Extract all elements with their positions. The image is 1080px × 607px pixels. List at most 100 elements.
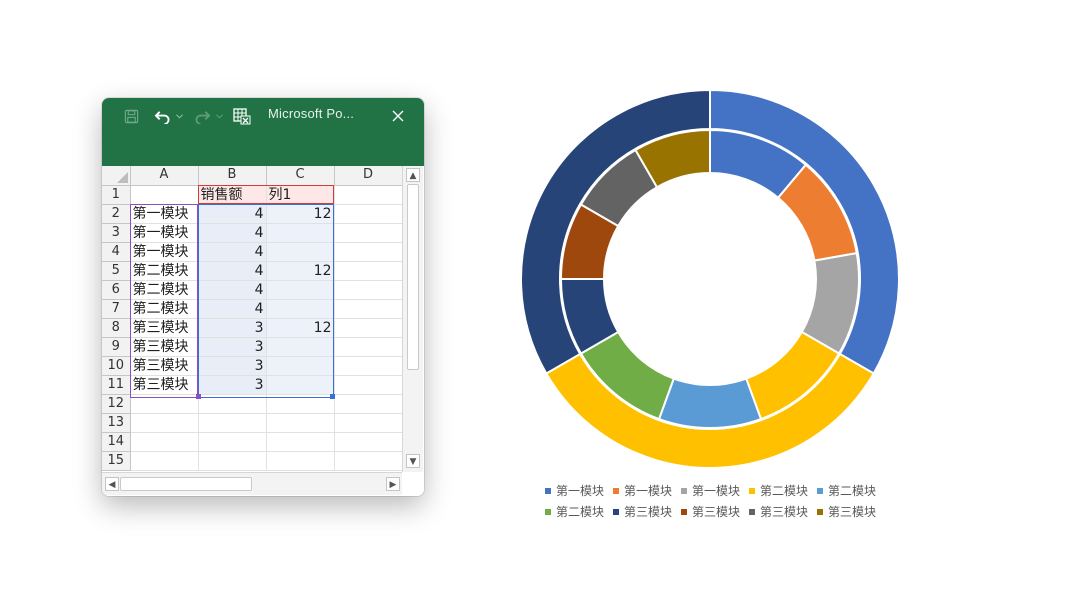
column-header-b[interactable]: B bbox=[198, 166, 267, 186]
cell-b[interactable]: 4 bbox=[198, 242, 267, 262]
cell-b[interactable]: 4 bbox=[198, 261, 267, 281]
legend-item[interactable]: 第三模块 bbox=[817, 503, 876, 520]
cell-d[interactable] bbox=[334, 261, 403, 281]
cell-d[interactable] bbox=[334, 299, 403, 319]
cell-c[interactable]: 12 bbox=[266, 261, 335, 281]
cell-c[interactable] bbox=[266, 432, 335, 452]
row-header[interactable]: 2 bbox=[102, 204, 131, 224]
undo-icon[interactable] bbox=[152, 107, 172, 125]
cell-c[interactable] bbox=[266, 242, 335, 262]
spreadsheet-grid[interactable]: A B C D 1 销售额 列1 2 第一模块 4 12 3 第一模块 4 4 第一模块 4 5 第二模块 4 12 6 第… bbox=[102, 166, 424, 496]
cell-c[interactable] bbox=[266, 223, 335, 243]
sheet-table[interactable]: A B C D 1 销售额 列1 2 第一模块 4 12 3 第一模块 4 4 第一模块 4 5 第二模块 4 12 6 第… bbox=[102, 166, 403, 471]
cell-d[interactable] bbox=[334, 204, 403, 224]
close-icon[interactable] bbox=[388, 107, 408, 125]
cell-b[interactable]: 3 bbox=[198, 318, 267, 338]
cell-c[interactable] bbox=[266, 299, 335, 319]
cell-c[interactable] bbox=[266, 280, 335, 300]
cell-a[interactable]: 第一模块 bbox=[130, 223, 199, 243]
cell-a[interactable]: 第二模块 bbox=[130, 299, 199, 319]
spreadsheet-icon[interactable] bbox=[232, 107, 252, 125]
cell-d[interactable] bbox=[334, 375, 403, 395]
row-header[interactable]: 7 bbox=[102, 299, 131, 319]
scroll-down-icon[interactable]: ▼ bbox=[406, 454, 420, 468]
legend-item[interactable]: 第一模块 bbox=[613, 482, 672, 499]
cell-c[interactable] bbox=[266, 451, 335, 471]
column-header-a[interactable]: A bbox=[130, 166, 199, 186]
cell-d[interactable] bbox=[334, 185, 403, 205]
cell-b[interactable] bbox=[198, 394, 267, 414]
cell-b[interactable] bbox=[198, 451, 267, 471]
cell-b[interactable] bbox=[198, 432, 267, 452]
row-header[interactable]: 5 bbox=[102, 261, 131, 281]
row-header[interactable]: 10 bbox=[102, 356, 131, 376]
row-header[interactable]: 15 bbox=[102, 451, 131, 471]
cell-a[interactable] bbox=[130, 185, 199, 205]
scroll-up-icon[interactable]: ▲ bbox=[406, 168, 420, 182]
cell-d[interactable] bbox=[334, 280, 403, 300]
legend-item[interactable]: 第三模块 bbox=[681, 503, 740, 520]
undo-dropdown-icon[interactable] bbox=[174, 107, 184, 125]
redo-dropdown-icon[interactable] bbox=[214, 107, 224, 125]
cell-d[interactable] bbox=[334, 337, 403, 357]
cell-c[interactable]: 12 bbox=[266, 204, 335, 224]
scroll-thumb[interactable] bbox=[120, 477, 252, 491]
row-header[interactable]: 8 bbox=[102, 318, 131, 338]
row-header[interactable]: 12 bbox=[102, 394, 131, 414]
row-header[interactable]: 4 bbox=[102, 242, 131, 262]
row-header[interactable]: 11 bbox=[102, 375, 131, 395]
cell-d[interactable] bbox=[334, 242, 403, 262]
cell-d[interactable] bbox=[334, 413, 403, 433]
legend-item[interactable]: 第三模块 bbox=[749, 503, 808, 520]
cell-a[interactable] bbox=[130, 432, 199, 452]
column-header-d[interactable]: D bbox=[334, 166, 403, 186]
row-header[interactable]: 3 bbox=[102, 223, 131, 243]
cell-a[interactable]: 第一模块 bbox=[130, 242, 199, 262]
vertical-scrollbar[interactable]: ▲ ▼ bbox=[402, 166, 423, 472]
cell-b[interactable]: 4 bbox=[198, 280, 267, 300]
cell-a[interactable]: 第三模块 bbox=[130, 318, 199, 338]
row-header[interactable]: 9 bbox=[102, 337, 131, 357]
doughnut-chart[interactable] bbox=[510, 80, 910, 480]
cell-a[interactable]: 第三模块 bbox=[130, 356, 199, 376]
cell-d[interactable] bbox=[334, 394, 403, 414]
cell-a[interactable]: 第一模块 bbox=[130, 204, 199, 224]
cell-a[interactable]: 第二模块 bbox=[130, 280, 199, 300]
legend-item[interactable]: 第三模块 bbox=[613, 503, 672, 520]
scroll-right-icon[interactable]: ▶ bbox=[386, 477, 400, 491]
cell-c[interactable] bbox=[266, 375, 335, 395]
doughnut-slice-inner-5[interactable] bbox=[657, 377, 763, 429]
select-all-corner[interactable] bbox=[102, 166, 131, 186]
cell-a[interactable]: 第三模块 bbox=[130, 337, 199, 357]
row-header[interactable]: 6 bbox=[102, 280, 131, 300]
column-header-c[interactable]: C bbox=[266, 166, 335, 186]
scroll-thumb[interactable] bbox=[407, 184, 419, 370]
cell-b[interactable]: 3 bbox=[198, 356, 267, 376]
legend-item[interactable]: 第二模块 bbox=[545, 503, 604, 520]
cell-d[interactable] bbox=[334, 223, 403, 243]
redo-icon[interactable] bbox=[192, 107, 212, 125]
legend-item[interactable]: 第一模块 bbox=[681, 482, 740, 499]
cell-d[interactable] bbox=[334, 356, 403, 376]
cell-a[interactable]: 第三模块 bbox=[130, 375, 199, 395]
cell-a[interactable] bbox=[130, 413, 199, 433]
cell-a[interactable] bbox=[130, 394, 199, 414]
save-icon[interactable] bbox=[122, 107, 140, 125]
cell-a[interactable] bbox=[130, 451, 199, 471]
cell-c[interactable] bbox=[266, 337, 335, 357]
row-header[interactable]: 1 bbox=[102, 185, 131, 205]
row-header[interactable]: 14 bbox=[102, 432, 131, 452]
select-all-icon[interactable] bbox=[116, 171, 128, 183]
cell-c[interactable]: 列1 bbox=[266, 185, 335, 205]
cell-b[interactable]: 3 bbox=[198, 337, 267, 357]
cell-b[interactable]: 3 bbox=[198, 375, 267, 395]
cell-d[interactable] bbox=[334, 432, 403, 452]
legend-item[interactable]: 第二模块 bbox=[749, 482, 808, 499]
cell-c[interactable]: 12 bbox=[266, 318, 335, 338]
legend-item[interactable]: 第一模块 bbox=[545, 482, 604, 499]
legend-item[interactable]: 第二模块 bbox=[817, 482, 876, 499]
cell-c[interactable] bbox=[266, 356, 335, 376]
cell-b[interactable] bbox=[198, 413, 267, 433]
cell-b[interactable]: 销售额 bbox=[198, 185, 267, 205]
cell-d[interactable] bbox=[334, 451, 403, 471]
